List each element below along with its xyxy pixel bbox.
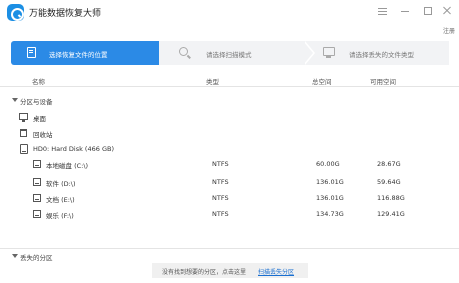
app-title: 万能数据恢复大师 <box>29 9 102 19</box>
close-button[interactable] <box>440 5 454 17</box>
partition-free: 129.41G <box>377 210 405 218</box>
item-name: 回收站 <box>33 131 53 139</box>
partition-type: NTFS <box>212 160 229 168</box>
step-select-location[interactable]: 选择恢复文件的位置 <box>11 41 169 65</box>
hard-disk-icon <box>20 144 28 154</box>
step-label: 选择恢复文件的位置 <box>49 51 108 59</box>
document-icon <box>27 47 36 58</box>
partition-free: 59.64G <box>377 178 401 186</box>
partition-total: 134.73G <box>316 210 344 218</box>
list-item-disk[interactable]: HD0: Hard Disk (466 GB) <box>0 142 459 156</box>
collapse-triangle-icon[interactable] <box>12 98 18 102</box>
column-type[interactable]: 类型 <box>206 76 219 86</box>
menu-icon[interactable] <box>376 5 390 17</box>
partition-name: 软件 (D:\) <box>46 180 76 188</box>
item-name: 桌面 <box>33 115 46 123</box>
column-header: 名称 类型 总空间 可用空间 <box>0 72 459 87</box>
step-label: 请选择丢失的文件类型 <box>349 51 414 59</box>
table-row[interactable]: 本地磁盘 (C:\) NTFS 60.00G 28.67G <box>0 157 459 171</box>
monitor-icon <box>323 47 335 58</box>
list-item-desktop[interactable]: 桌面 <box>0 110 459 124</box>
partition-name: 文档 (E:\) <box>46 196 75 204</box>
step-file-type: 请选择丢失的文件类型 <box>303 41 449 65</box>
partition-type: NTFS <box>212 194 229 202</box>
minimize-button[interactable] <box>399 5 413 17</box>
partition-total: 136.01G <box>316 178 344 186</box>
maximize-button[interactable] <box>421 5 435 17</box>
list-item-recycle-bin[interactable]: 回收站 <box>0 126 459 140</box>
table-row[interactable]: 软件 (D:\) NTFS 136.01G 59.64G <box>0 175 459 189</box>
step-bar: 选择恢复文件的位置 请选择扫描模式 请选择丢失的文件类型 <box>11 41 449 65</box>
step-label: 请选择扫描模式 <box>206 51 252 59</box>
recycle-bin-icon <box>20 129 27 137</box>
column-total[interactable]: 总空间 <box>312 76 332 86</box>
section-partitions-devices: 分区与设备 <box>20 98 53 106</box>
desktop-icon <box>19 113 28 122</box>
partition-icon <box>33 178 41 186</box>
partition-icon <box>33 160 41 168</box>
section-lost-partitions: 丢失的分区 <box>20 254 53 262</box>
register-link[interactable]: 注册 <box>443 26 455 35</box>
partition-icon <box>33 194 41 202</box>
partition-free: 28.67G <box>377 160 401 168</box>
table-row[interactable]: 文档 (E:\) NTFS 136.01G 116.88G <box>0 191 459 205</box>
step-scan-mode: 请选择扫描模式 <box>159 41 315 65</box>
column-name[interactable]: 名称 <box>32 76 45 86</box>
app-logo-icon <box>7 4 24 21</box>
partition-name: 本地磁盘 (C:\) <box>46 162 89 170</box>
partition-icon <box>33 210 41 218</box>
search-icon <box>179 47 188 56</box>
title-bar: 万能数据恢复大师 <box>0 0 459 26</box>
partition-name: 娱乐 (F:\) <box>46 212 74 220</box>
collapse-triangle-icon[interactable] <box>12 254 18 258</box>
scan-lost-partition-link[interactable]: 扫描丢失分区 <box>258 267 294 276</box>
partition-total: 60.00G <box>316 160 340 168</box>
column-free[interactable]: 可用空间 <box>370 76 396 86</box>
item-name: HD0: Hard Disk (466 GB) <box>33 145 114 153</box>
partition-total: 136.01G <box>316 194 344 202</box>
partition-free: 116.88G <box>377 194 405 202</box>
hint-text: 没有找到想要的分区，点击这里 <box>162 269 247 276</box>
table-row[interactable]: 娱乐 (F:\) NTFS 134.73G 129.41G <box>0 207 459 221</box>
divider <box>0 248 459 249</box>
partition-type: NTFS <box>212 178 229 186</box>
partition-type: NTFS <box>212 210 229 218</box>
lost-partition-hint: 没有找到想要的分区，点击这里 扫描丢失分区 <box>152 263 308 278</box>
